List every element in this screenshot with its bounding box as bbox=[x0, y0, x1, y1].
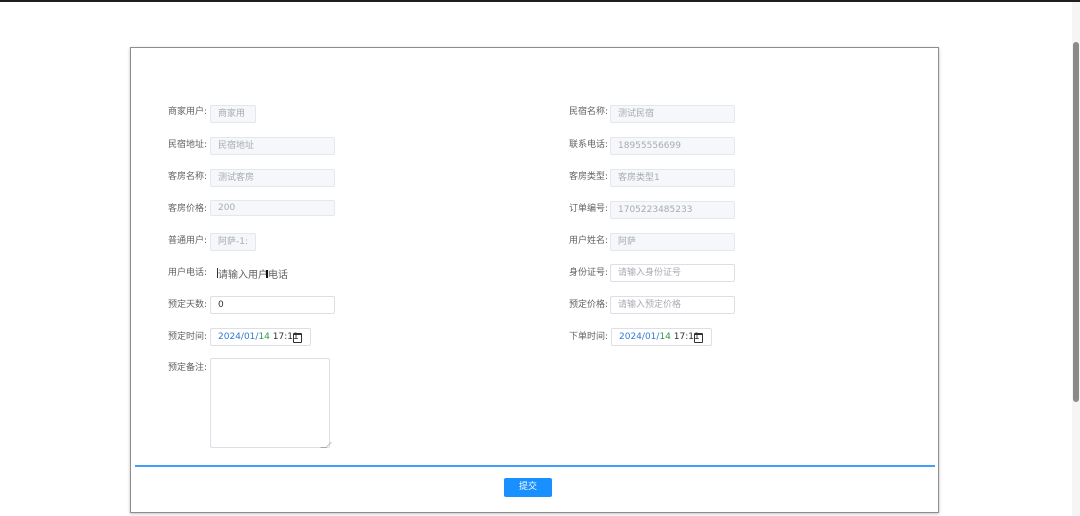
field-label-booking-time: 预定时间: bbox=[168, 332, 208, 342]
homestay-name-input: 测试民宿 bbox=[610, 105, 735, 123]
homestay-address-input: 民宿地址 bbox=[210, 137, 335, 155]
submit-button[interactable]: 提交 bbox=[504, 478, 552, 497]
field-label-room-name: 客房名称: bbox=[168, 172, 208, 182]
field-label-room-type: 客房类型: bbox=[569, 172, 609, 182]
field-label-user-phone: 用户电话: bbox=[168, 268, 208, 278]
user-name-input: 阿萨 bbox=[610, 233, 735, 251]
regular-user-input: 阿萨-1: bbox=[210, 233, 256, 251]
field-label-booking-price: 预定价格: bbox=[569, 300, 609, 310]
calendar-icon[interactable] bbox=[694, 333, 703, 343]
field-label-user-name: 用户姓名: bbox=[569, 236, 609, 246]
field-label-booking-days: 预定天数: bbox=[168, 300, 208, 310]
booking-note-textarea[interactable] bbox=[210, 358, 330, 448]
room-type-input: 客房类型1 bbox=[610, 169, 735, 187]
field-label-homestay-name: 民宿名称: bbox=[569, 107, 609, 117]
merchant-user-input: 商家用 bbox=[210, 105, 256, 123]
field-label-order-time: 下单时间: bbox=[569, 332, 609, 342]
field-label-merchant-user: 商家用户: bbox=[168, 107, 208, 117]
contact-phone-input: 18955556699 bbox=[610, 137, 735, 155]
order-number-input: 1705223485233 bbox=[610, 201, 735, 219]
text-cursor-icon: I bbox=[265, 268, 270, 281]
browser-top-edge bbox=[0, 0, 1080, 2]
order-time-year: 2024 bbox=[619, 332, 642, 342]
form-divider bbox=[135, 465, 935, 467]
id-number-input[interactable]: 请输入身份证号 bbox=[610, 264, 735, 282]
booking-time-year: 2024 bbox=[218, 332, 241, 342]
booking-price-input[interactable]: 请输入预定价格 bbox=[610, 296, 735, 314]
order-time-month: 01 bbox=[644, 332, 657, 342]
order-time-picker[interactable]: 2024/01/14 17:11 bbox=[611, 328, 712, 346]
field-label-order-number: 订单编号: bbox=[569, 204, 609, 214]
user-phone-placeholder: 请输入用户电话 bbox=[218, 270, 288, 281]
booking-time-picker[interactable]: 2024/01/14 17:11 bbox=[210, 328, 311, 346]
field-label-id-number: 身份证号: bbox=[569, 268, 609, 278]
room-price-input: 200 bbox=[210, 200, 335, 216]
order-time-day: 14 bbox=[659, 332, 671, 342]
field-label-contact-phone: 联系电话: bbox=[569, 140, 609, 150]
room-name-input: 测试客房 bbox=[210, 169, 335, 187]
field-label-booking-note: 预定备注: bbox=[168, 363, 208, 373]
booking-days-input[interactable]: 0 bbox=[210, 296, 335, 314]
field-label-regular-user: 普通用户: bbox=[168, 236, 208, 246]
field-label-homestay-address: 民宿地址: bbox=[168, 140, 208, 150]
user-phone-input[interactable]: 请输入用户电话 bbox=[210, 264, 335, 282]
page-scrollbar[interactable] bbox=[1072, 2, 1080, 516]
booking-time-day: 14 bbox=[258, 332, 270, 342]
field-label-room-price: 客房价格: bbox=[168, 204, 208, 214]
booking-time-month: 01 bbox=[243, 332, 256, 342]
booking-form-card: 商家用户: 商家用 民宿名称: 测试民宿 民宿地址: 民宿地址 联系电话: 18… bbox=[130, 47, 939, 513]
calendar-icon[interactable] bbox=[293, 333, 302, 343]
scrollbar-thumb[interactable] bbox=[1073, 42, 1079, 402]
